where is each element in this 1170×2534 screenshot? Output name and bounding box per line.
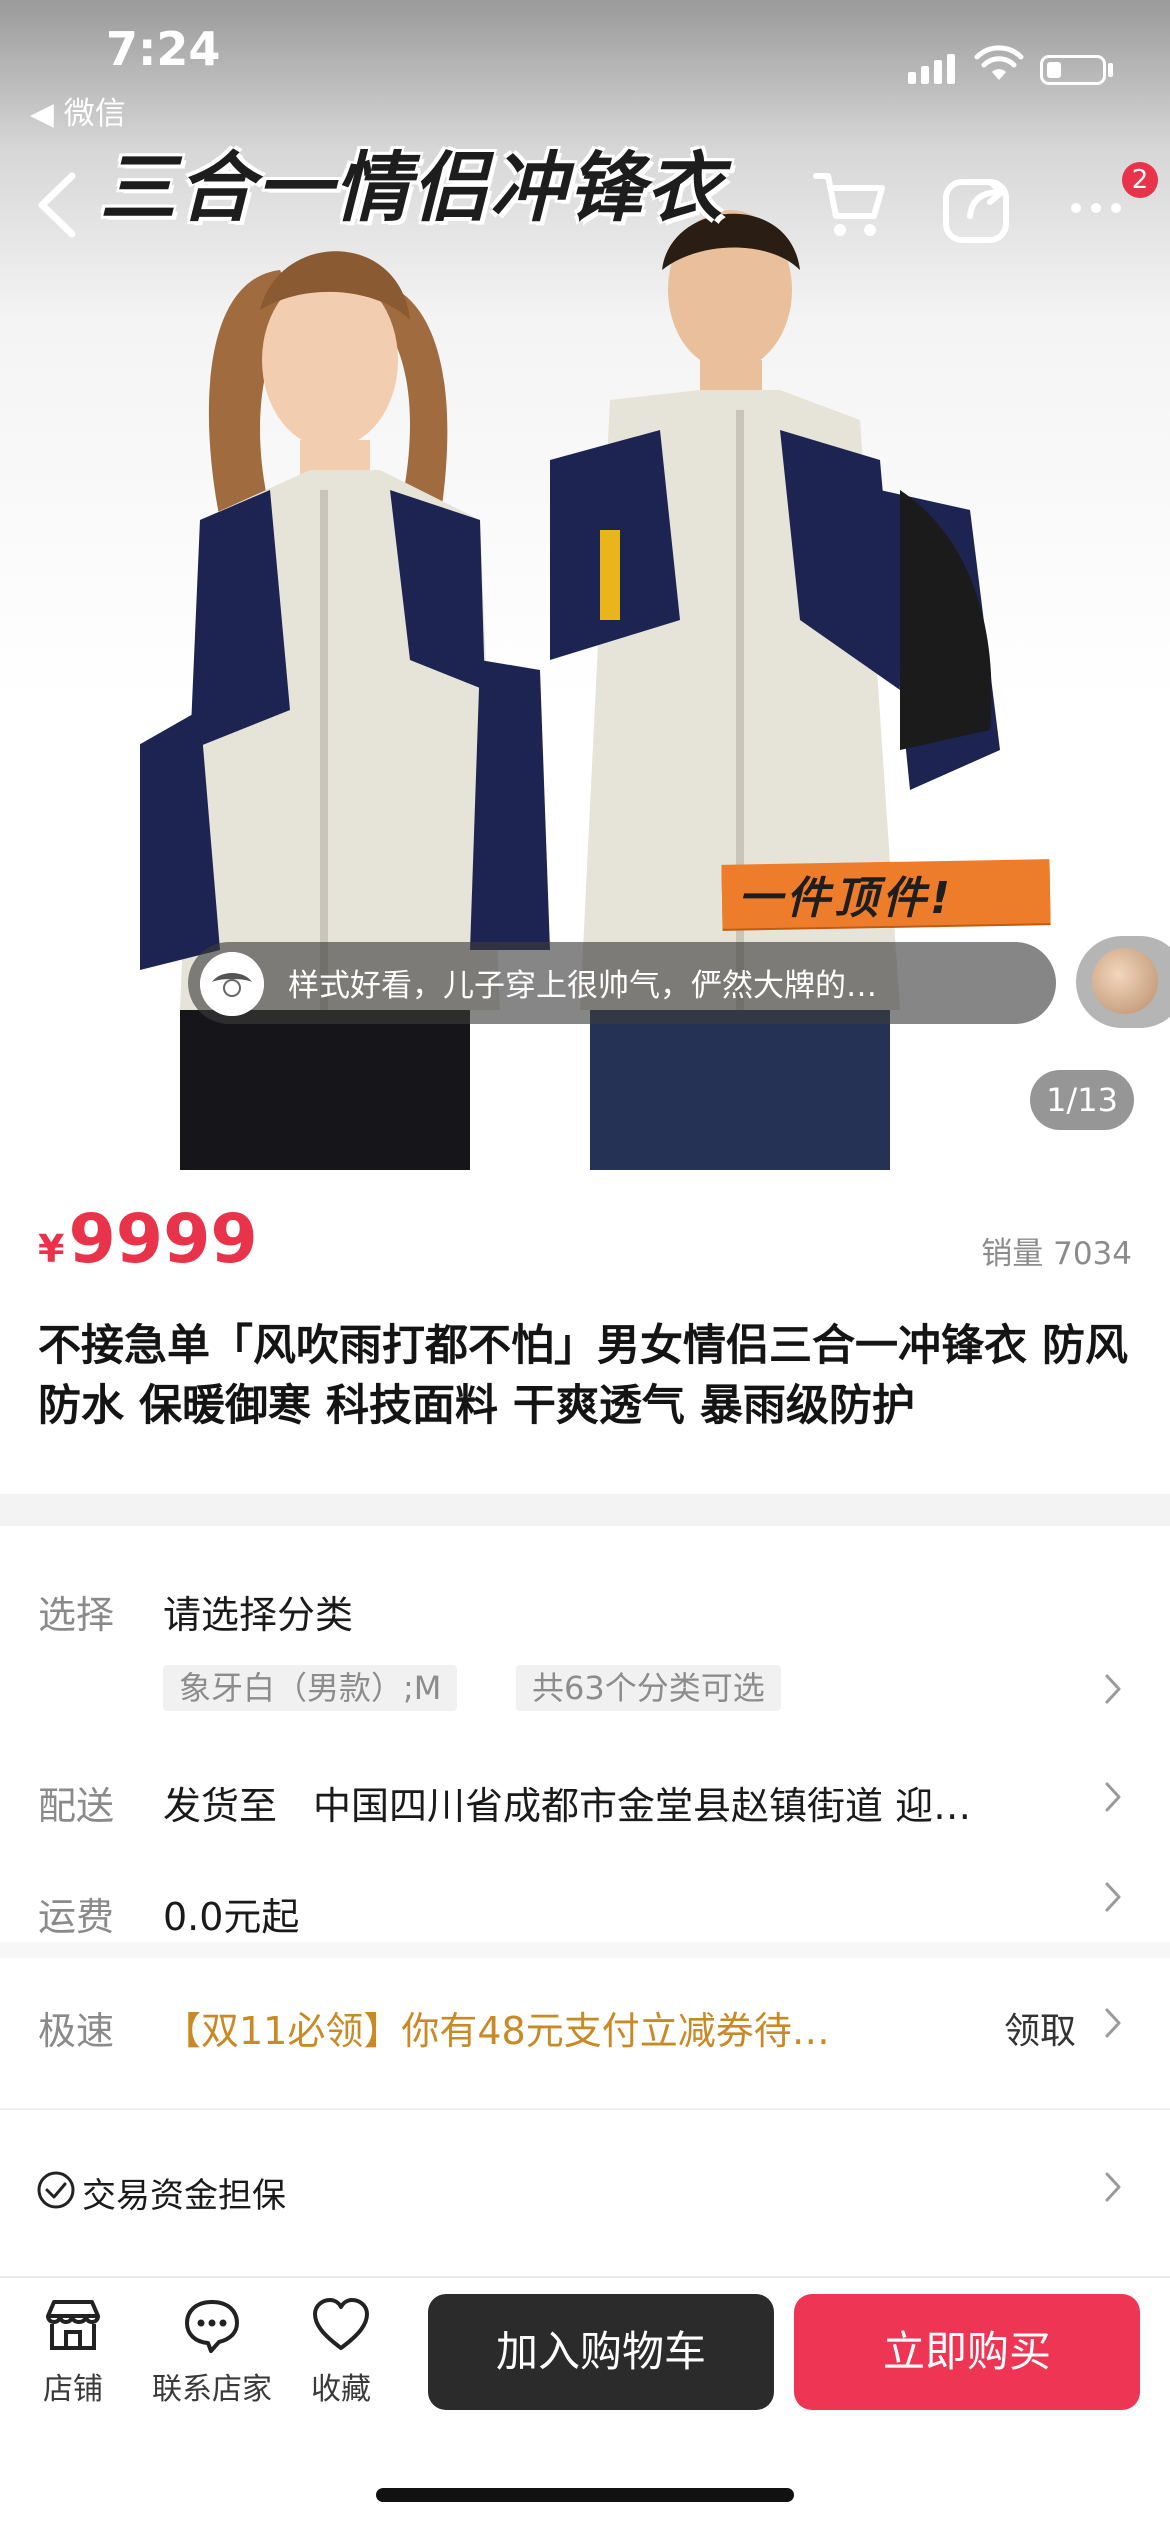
price-value: 9999 xyxy=(68,1200,258,1279)
chevron-right-icon[interactable] xyxy=(1102,2006,1124,2040)
battery-tip xyxy=(1108,63,1113,77)
row-separator xyxy=(0,2108,1170,2110)
section-divider xyxy=(0,1494,1170,1526)
selected-variant-chip[interactable]: 象牙白（男款）;M xyxy=(163,1665,458,1711)
shipping-label: 运费 xyxy=(38,1895,115,1939)
heart-icon xyxy=(313,2298,369,2350)
row-separator xyxy=(0,1942,1170,1958)
cart-count-badge: 2 xyxy=(1122,162,1158,198)
select-label: 选择 xyxy=(38,1593,115,1637)
delivery-address: 中国四川省成都市金堂县赵镇街道 迎… xyxy=(313,1784,972,1828)
express-label: 极速 xyxy=(38,2009,115,2053)
favorite-label: 收藏 xyxy=(311,2372,371,2407)
chevron-right-icon[interactable] xyxy=(1102,1672,1124,1706)
shop-button[interactable]: 店铺 xyxy=(30,2296,116,2408)
shop-label: 店铺 xyxy=(43,2372,103,2407)
variant-count-chip[interactable]: 共63个分类可选 xyxy=(516,1665,781,1711)
shipping-value: 0.0元起 xyxy=(163,1895,300,1939)
status-bar: 7:24 xyxy=(0,0,1170,110)
battery-icon xyxy=(1040,55,1106,85)
product-title: 不接急单「风吹雨打都不怕」男女情侣三合一冲锋衣 防风防水 保暖御寒 科技面料 干… xyxy=(38,1321,1128,1431)
contact-seller-label: 联系店家 xyxy=(152,2372,272,2407)
back-arrow-icon[interactable] xyxy=(30,170,90,240)
guarantee-label: 交易资金担保 xyxy=(82,2176,286,2216)
buy-now-button[interactable]: 立即购买 xyxy=(794,2294,1140,2410)
chat-icon xyxy=(185,2300,239,2353)
chevron-right-icon[interactable] xyxy=(1102,2170,1124,2204)
gallery-headline: 三合一情侣冲锋衣 xyxy=(100,143,724,232)
check-circle-icon xyxy=(37,2171,75,2209)
contact-seller-button[interactable]: 联系店家 xyxy=(142,2296,282,2408)
promo-stamp-text: 一件顶件! xyxy=(738,873,955,924)
delivery-prefix: 发货至 xyxy=(163,1784,278,1828)
signal-icon xyxy=(908,54,955,84)
price: ¥9999 xyxy=(38,1200,258,1279)
image-counter: 1/13 xyxy=(1030,1070,1134,1130)
product-gallery[interactable]: 7:24 ◀ 微信 三合一情侣冲锋衣 2 一件顶件! 样式好看，儿子穿上很帅气，… xyxy=(0,0,1170,1170)
chevron-right-icon[interactable] xyxy=(1102,1880,1124,1914)
delivery-label: 配送 xyxy=(38,1784,115,1828)
status-time: 7:24 xyxy=(106,22,221,76)
select-value: 请选择分类 xyxy=(163,1593,354,1637)
coupon-promo-text: 【双11必领】你有48元支付立减券待… xyxy=(163,2009,830,2053)
home-indicator[interactable] xyxy=(376,2488,794,2502)
cart-icon[interactable] xyxy=(812,166,888,242)
review-snippet: 样式好看，儿子穿上很帅气，俨然大牌的… xyxy=(288,968,877,1004)
add-to-cart-button[interactable]: 加入购物车 xyxy=(428,2294,774,2410)
reviewer-avatar xyxy=(200,952,264,1016)
currency-symbol: ¥ xyxy=(38,1227,65,1271)
favorite-button[interactable]: 收藏 xyxy=(298,2296,384,2408)
chevron-right-icon[interactable] xyxy=(1102,1780,1124,1814)
share-icon[interactable] xyxy=(940,168,1016,244)
next-reviewer-avatar xyxy=(1092,948,1158,1014)
claim-coupon-button[interactable]: 领取 xyxy=(1004,2002,1076,2054)
wifi-icon xyxy=(974,45,1024,80)
shop-icon xyxy=(46,2300,100,2350)
sales-count: 销量 7034 xyxy=(981,1236,1132,1272)
product-detail-page: 7:24 ◀ 微信 三合一情侣冲锋衣 2 一件顶件! 样式好看，儿子穿上很帅气，… xyxy=(0,0,1170,2534)
